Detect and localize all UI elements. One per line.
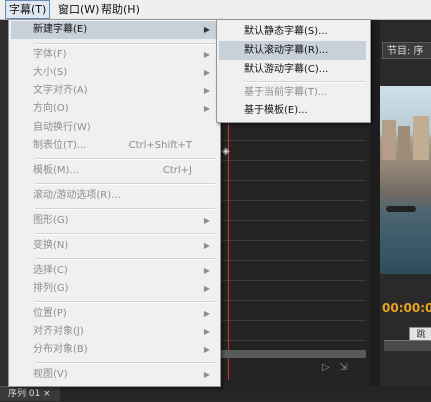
menu-item-shortcut: Ctrl+Shift+T: [128, 140, 192, 151]
submenu-arrow-icon: ▶: [203, 370, 210, 379]
menu-item-label: 字体(F): [33, 49, 67, 60]
panel-divider[interactable]: [370, 19, 380, 387]
menu-item-label: 文字对齐(A): [33, 85, 88, 96]
menu-item-graphic[interactable]: 图形(G) ▶: [11, 212, 216, 230]
submenu-arrow-icon: ▶: [203, 68, 210, 77]
menu-item-templates[interactable]: 模板(M)... Ctrl+J: [11, 162, 216, 180]
submenu-arrow-icon: ▶: [203, 25, 210, 34]
menu-item-tab-stops[interactable]: 制表位(T)... Ctrl+Shift+T: [11, 137, 216, 155]
menu-item-text-align[interactable]: 文字对齐(A) ▶: [11, 82, 216, 100]
submenu-item-default-roll[interactable]: 默认滚动字幕(R)...: [219, 41, 366, 60]
program-monitor-tab[interactable]: 节目: 序: [382, 42, 431, 59]
menubar: 字幕(T) 窗口(W) 帮助(H): [0, 0, 431, 20]
menu-item-align-objects[interactable]: 对齐对象(J) ▶: [11, 323, 216, 341]
timeline-playhead[interactable]: [228, 120, 229, 380]
menu-item-label: 滚动/游动选项(R)...: [33, 190, 121, 201]
submenu-arrow-icon: ▶: [203, 216, 210, 225]
preview-building: [382, 120, 396, 160]
menu-separator: [35, 208, 215, 210]
submenu-arrow-icon: ▶: [203, 309, 210, 318]
menu-item-label: 变换(N): [33, 240, 69, 251]
timeline-horizontal-scrollbar[interactable]: [216, 350, 366, 358]
keyframe-marker-icon: ◈: [222, 146, 230, 157]
menu-item-label: 新建字幕(E): [33, 24, 88, 35]
submenu-item-based-on-template[interactable]: 基于模板(E)...: [219, 101, 366, 120]
sequence-tab[interactable]: 序列 01 ×: [0, 386, 60, 401]
menu-item-label: 模板(M)...: [33, 165, 79, 176]
monitor-scrub-bar[interactable]: [384, 340, 431, 351]
preview-building: [398, 126, 410, 160]
menu-separator: [35, 183, 215, 185]
menu-title[interactable]: 字幕(T): [5, 0, 51, 19]
submenu-arrow-icon: ▶: [203, 284, 210, 293]
menu-item-label: 自动换行(W): [33, 122, 91, 133]
menu-item-select[interactable]: 选择(C) ▶: [11, 262, 216, 280]
submenu-arrow-icon: ▶: [203, 345, 210, 354]
menu-item-label: 大小(S): [33, 67, 68, 78]
submenu-item-based-on-current[interactable]: 基于当前字幕(T)...: [219, 83, 366, 102]
menu-item-label: 图形(G): [33, 215, 69, 226]
submenu-arrow-icon: ▶: [203, 266, 210, 275]
bottom-strip: [60, 386, 431, 401]
menu-separator: [35, 301, 215, 303]
menu-item-transform[interactable]: 变换(N) ▶: [11, 237, 216, 255]
menu-item-label: 选择(C): [33, 265, 68, 276]
menu-item-label: 排列(G): [33, 283, 69, 294]
menu-item-size[interactable]: 大小(S) ▶: [11, 64, 216, 82]
menu-item-label: 视图(V): [33, 369, 68, 380]
submenu-arrow-icon: ▶: [203, 50, 210, 59]
submenu-arrow-icon: ▶: [203, 327, 210, 336]
menu-item-label: 分布对象(B): [33, 344, 88, 355]
title-dropdown-menu: 新建字幕(E) ▶ 字体(F) ▶ 大小(S) ▶ 文字对齐(A) ▶ 方向(O…: [8, 19, 221, 387]
menu-help[interactable]: 帮助(H): [98, 0, 143, 19]
menu-item-roll-crawl-options[interactable]: 滚动/游动选项(R)...: [11, 187, 216, 205]
menu-item-arrange[interactable]: 排列(G) ▶: [11, 280, 216, 298]
preview-boat: [386, 206, 416, 212]
menu-separator: [35, 43, 215, 45]
menu-separator: [35, 258, 215, 260]
menu-item-new-title[interactable]: 新建字幕(E) ▶: [11, 21, 216, 39]
submenu-arrow-icon: ▶: [203, 86, 210, 95]
menu-item-word-wrap[interactable]: 自动换行(W): [11, 119, 216, 137]
program-monitor-preview: [380, 86, 431, 274]
menu-item-font[interactable]: 字体(F) ▶: [11, 46, 216, 64]
menu-window[interactable]: 窗口(W): [55, 0, 102, 19]
menu-item-label: 方向(O): [33, 103, 69, 114]
preview-building: [413, 116, 429, 160]
menu-item-label: 位置(P): [33, 308, 67, 319]
menu-item-label: 对齐对象(J): [33, 326, 84, 337]
menu-separator: [35, 362, 215, 364]
menu-separator: [35, 158, 215, 160]
program-timecode[interactable]: 00:00:0: [382, 301, 431, 315]
new-title-submenu: 默认静态字幕(S)... 默认滚动字幕(R)... 默认游动字幕(C)... 基…: [216, 19, 371, 123]
menu-item-view[interactable]: 视图(V) ▶: [11, 366, 216, 384]
submenu-item-default-crawl[interactable]: 默认游动字幕(C)...: [219, 60, 366, 79]
menu-item-position[interactable]: 位置(P) ▶: [11, 305, 216, 323]
menu-item-orientation[interactable]: 方向(O) ▶: [11, 100, 216, 118]
submenu-arrow-icon: ▶: [203, 104, 210, 113]
menu-item-label: 制表位(T)...: [33, 140, 87, 151]
timeline-control-icons[interactable]: ▷ ⇲: [322, 362, 348, 373]
submenu-arrow-icon: ▶: [203, 241, 210, 250]
menu-separator: [35, 233, 215, 235]
menu-item-shortcut: Ctrl+J: [162, 165, 192, 176]
submenu-item-default-still[interactable]: 默认静态字幕(S)...: [219, 22, 366, 41]
menu-item-distribute-objects[interactable]: 分布对象(B) ▶: [11, 341, 216, 359]
